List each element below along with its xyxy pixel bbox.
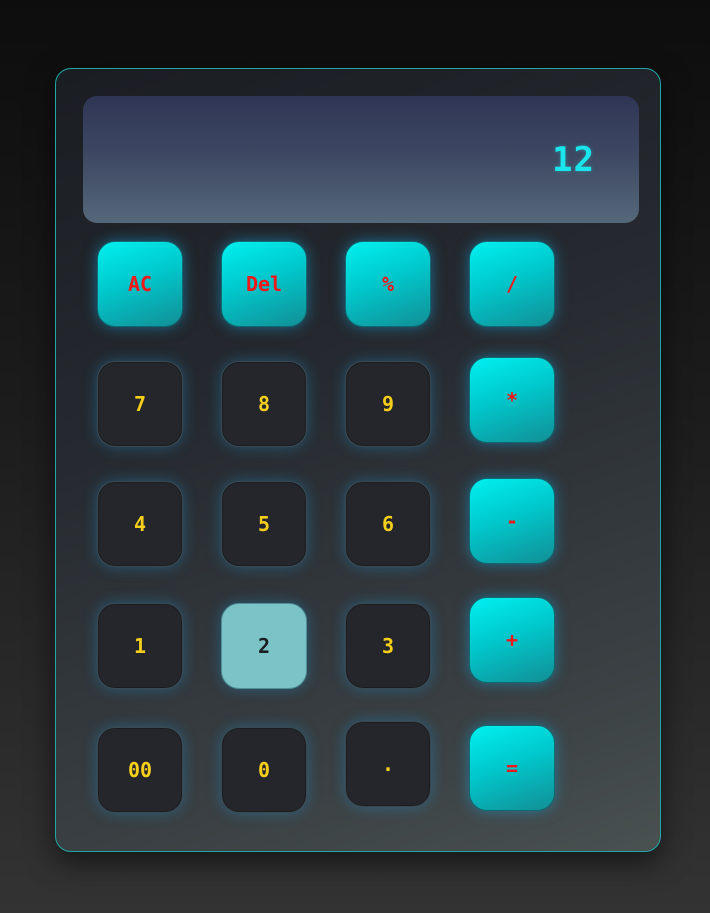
- delete-button[interactable]: Del: [221, 241, 307, 327]
- digit-5-label: 5: [257, 512, 271, 536]
- digit-9-button[interactable]: 9: [345, 361, 431, 447]
- digit-0-button[interactable]: 0: [221, 727, 307, 813]
- digit-7-label: 7: [133, 392, 147, 416]
- digit-3-button[interactable]: 3: [345, 603, 431, 689]
- display-screen: 12: [83, 96, 639, 223]
- plus-button[interactable]: +: [469, 597, 555, 683]
- display-value: 12: [552, 140, 595, 180]
- divide-label: /: [505, 272, 519, 296]
- equals-label: =: [505, 756, 519, 780]
- decimal-button[interactable]: .: [345, 721, 431, 807]
- digit-9-label: 9: [381, 392, 395, 416]
- percent-button[interactable]: %: [345, 241, 431, 327]
- digit-8-label: 8: [257, 392, 271, 416]
- digit-1-button[interactable]: 1: [97, 603, 183, 689]
- double-zero-button[interactable]: 00: [97, 727, 183, 813]
- digit-4-button[interactable]: 4: [97, 481, 183, 567]
- digit-6-button[interactable]: 6: [345, 481, 431, 567]
- decimal-label: .: [381, 752, 395, 776]
- equals-button[interactable]: =: [469, 725, 555, 811]
- delete-label: Del: [245, 272, 283, 296]
- digit-7-button[interactable]: 7: [97, 361, 183, 447]
- digit-3-label: 3: [381, 634, 395, 658]
- all-clear-button[interactable]: AC: [97, 241, 183, 327]
- digit-5-button[interactable]: 5: [221, 481, 307, 567]
- digit-1-label: 1: [133, 634, 147, 658]
- minus-label: -: [505, 509, 519, 533]
- minus-button[interactable]: -: [469, 478, 555, 564]
- percent-label: %: [381, 272, 395, 296]
- calculator: 12 AC Del % / 7 8 9 * 4 5 6 - 1 2 3 + 00…: [55, 68, 661, 852]
- digit-4-label: 4: [133, 512, 147, 536]
- digit-2-label: 2: [257, 634, 271, 658]
- digit-0-label: 0: [257, 758, 271, 782]
- double-zero-label: 00: [127, 758, 153, 782]
- digit-8-button[interactable]: 8: [221, 361, 307, 447]
- digit-6-label: 6: [381, 512, 395, 536]
- multiply-label: *: [505, 388, 519, 412]
- all-clear-label: AC: [127, 272, 153, 296]
- multiply-button[interactable]: *: [469, 357, 555, 443]
- plus-label: +: [505, 628, 519, 652]
- divide-button[interactable]: /: [469, 241, 555, 327]
- digit-2-button[interactable]: 2: [221, 603, 307, 689]
